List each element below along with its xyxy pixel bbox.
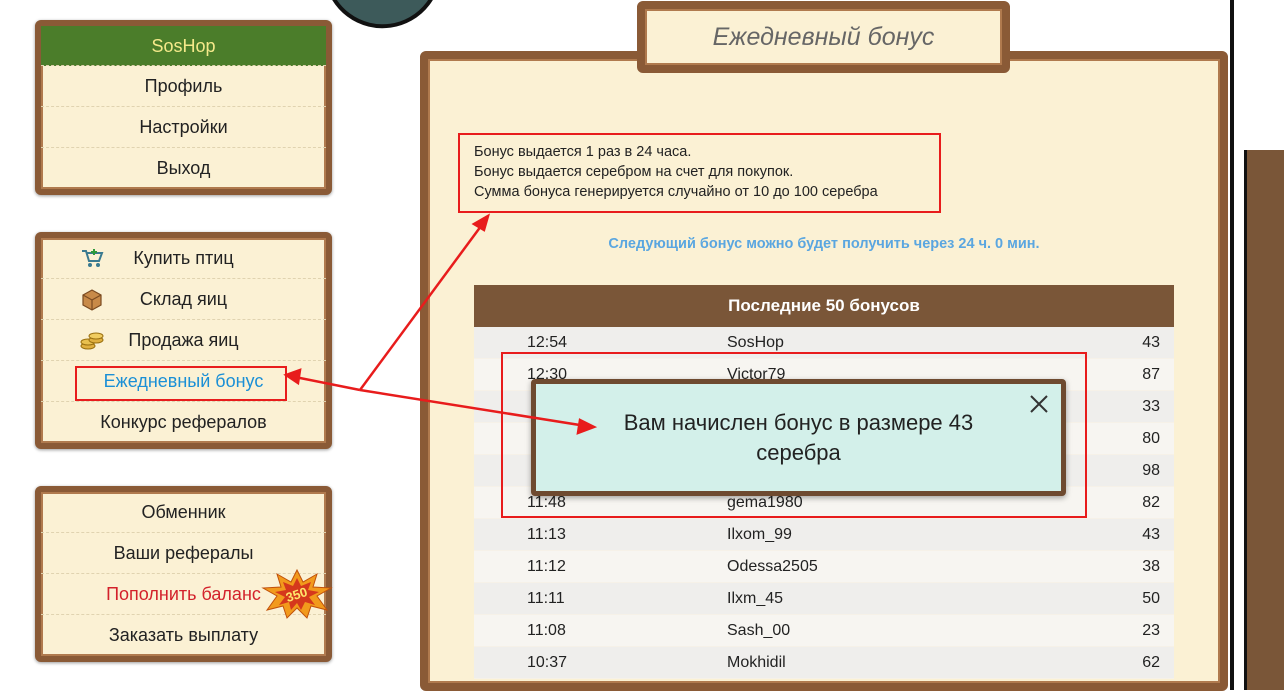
decor-tree-blob <box>322 0 450 36</box>
menu-item-settings[interactable]: Настройки <box>41 107 326 148</box>
menu-item-label: Конкурс рефералов <box>100 412 267 432</box>
decor-tree-bark <box>1244 150 1284 690</box>
cell-amount: 38 <box>1142 558 1160 575</box>
cell-amount: 87 <box>1142 366 1160 383</box>
info-line: Бонус выдается серебром на счет для поку… <box>474 164 794 180</box>
menu-item-buy-birds[interactable]: Купить птиц <box>41 238 326 279</box>
close-icon[interactable] <box>1027 392 1051 416</box>
cell-amount: 50 <box>1142 590 1160 607</box>
menu-item-label: Склад яиц <box>139 289 228 309</box>
coins-icon <box>80 332 104 350</box>
menu-item-referral-contest[interactable]: Конкурс рефералов <box>41 402 326 443</box>
table-row: 10:37 Mokhidil 62 <box>474 647 1174 679</box>
cell-time: 11:11 <box>527 590 565 607</box>
menu-item-profile[interactable]: Профиль <box>41 66 326 107</box>
menu-finance: Обменник Ваши рефералы Пополнить баланс … <box>35 486 333 662</box>
cell-amount: 62 <box>1142 654 1160 671</box>
menu-item-top-up[interactable]: Пополнить баланс 350 <box>41 568 333 619</box>
cell-time: 10:37 <box>527 654 568 671</box>
modal-message: Вам начислен бонус в размере 43 серебра <box>623 410 974 465</box>
menu-item-withdraw[interactable]: Заказать выплату <box>41 615 326 656</box>
cell-name: Odessa2505 <box>727 558 818 575</box>
cell-time: 11:08 <box>527 622 566 639</box>
cell-amount: 43 <box>1142 334 1160 351</box>
table-row: 11:11 Ilxm_45 50 <box>474 583 1174 615</box>
annotation-box-menu <box>75 366 287 401</box>
menu-item-exchange[interactable]: Обменник <box>41 492 326 533</box>
burst-badge-icon: 350 <box>261 568 333 619</box>
table-row: 11:12 Odessa2505 38 <box>474 551 1174 583</box>
cell-amount: 23 <box>1142 622 1160 639</box>
cell-name: Ilxm_45 <box>727 590 784 607</box>
cell-amount: 33 <box>1142 398 1160 415</box>
menu-farm: Купить птиц Склад яиц Продажа яиц Ежедне… <box>35 232 332 449</box>
menu-item-egg-storage[interactable]: Склад яиц <box>41 279 326 320</box>
cell-time: 11:12 <box>527 558 566 575</box>
cell-name: Ilxom_99 <box>727 526 792 543</box>
cell-amount: 98 <box>1142 462 1160 479</box>
cell-amount: 82 <box>1142 494 1160 511</box>
cell-name: Sash_00 <box>727 622 791 639</box>
box-icon <box>82 289 102 311</box>
info-line: Сумма бонуса генерируется случайно от 10… <box>474 184 878 200</box>
menu-item-logout[interactable]: Выход <box>41 148 326 189</box>
table-row: 11:13 Ilxom_99 43 <box>474 519 1174 551</box>
table-title: Последние 50 бонусов <box>474 285 1174 327</box>
page-title: Ежедневный бонус <box>637 1 1010 73</box>
next-bonus-timer: Следующий бонус можно будет получить чер… <box>608 236 1040 252</box>
bonus-info: Бонус выдается 1 раз в 24 часа. Бонус вы… <box>458 133 941 213</box>
cell-name: Mokhidil <box>727 654 786 671</box>
cell-time: 11:13 <box>527 526 566 543</box>
table-row: 11:08 Sash_00 23 <box>474 615 1174 647</box>
menu-item-egg-sales[interactable]: Продажа яиц <box>41 320 326 361</box>
info-line: Бонус выдается 1 раз в 24 часа. <box>474 144 692 160</box>
menu-item-soshop[interactable]: SosHop <box>41 26 326 66</box>
cell-amount: 80 <box>1142 430 1160 447</box>
cell-amount: 43 <box>1142 526 1160 543</box>
cart-icon <box>82 249 104 267</box>
menu-item-label: Пополнить баланс <box>106 584 261 604</box>
menu-item-label: Продажа яиц <box>128 330 239 350</box>
menu-account: SosHop Профиль Настройки Выход <box>35 20 332 195</box>
bonus-modal: Вам начислен бонус в размере 43 серебра <box>531 379 1066 496</box>
menu-item-label: Купить птиц <box>133 248 234 268</box>
